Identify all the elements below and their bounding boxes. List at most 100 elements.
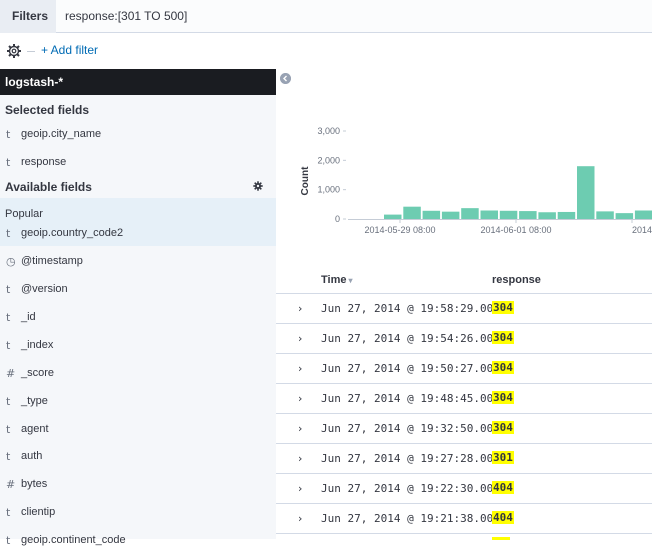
- histogram-bar[interactable]: [577, 166, 595, 219]
- field-item[interactable]: t @version: [0, 278, 276, 302]
- field-item[interactable]: t geoip.continent_code: [0, 529, 276, 553]
- row-response: 304: [492, 361, 514, 374]
- y-axis-label: Count: [300, 166, 311, 196]
- field-item[interactable]: t clientip: [0, 501, 276, 525]
- histogram-bar[interactable]: [634, 210, 652, 219]
- y-tick-label: 3,000: [317, 126, 340, 136]
- field-name: bytes: [21, 478, 48, 490]
- y-tick-label: 1,000: [317, 185, 340, 195]
- table-row: › Jun 27, 2014 @ 19:58:29.000 304: [276, 293, 652, 323]
- main-panel: Count 0 1,000 2,000 3,000 2014-05-29 08:00 2…: [276, 69, 652, 540]
- field-item[interactable]: t _index: [0, 334, 276, 358]
- row-time: Jun 27, 2014 @ 19:50:27.000: [321, 362, 500, 375]
- histogram-bar[interactable]: [480, 210, 499, 219]
- field-item[interactable]: # bytes: [0, 473, 276, 497]
- field-item[interactable]: t response: [0, 151, 276, 175]
- field-name: _type: [21, 395, 48, 407]
- table-row: › Jun 27, 2014 @ 19:48:45.000 304: [276, 383, 652, 413]
- row-time: Jun 27, 2014 @ 19:32:50.000: [321, 422, 500, 435]
- field-name: agent: [21, 423, 49, 435]
- row-time: Jun 27, 2014 @ 19:22:30.000: [321, 482, 500, 495]
- search-input[interactable]: [56, 0, 652, 33]
- chevron-right-icon[interactable]: ›: [298, 392, 302, 405]
- field-name: @timestamp: [21, 255, 83, 267]
- field-item[interactable]: t _id: [0, 306, 276, 330]
- row-response: 304: [492, 301, 514, 314]
- row-response: 404: [492, 511, 514, 524]
- collapse-sidebar-icon[interactable]: [280, 73, 291, 84]
- histogram-bar[interactable]: [441, 211, 460, 219]
- table-header: Time ▾ response: [276, 269, 652, 293]
- histogram-bar[interactable]: [557, 211, 576, 219]
- row-response: 404: [492, 481, 514, 494]
- histogram-bar[interactable]: [403, 206, 421, 219]
- table-row: › Jun 27, 2014 @ 19:27:28.000 301: [276, 443, 652, 473]
- row-response: 304: [492, 391, 514, 404]
- selected-fields-title: Selected fields: [5, 103, 90, 117]
- y-tick-label: 2,000: [317, 155, 340, 165]
- gear-icon[interactable]: [6, 43, 22, 59]
- field-item[interactable]: t geoip.city_name: [0, 123, 276, 147]
- row-time: Jun 27, 2014 @ 19:21:38.000: [321, 512, 500, 525]
- table-row: › Jun 27, 2014 @ 19:21:38.000 404: [276, 503, 652, 533]
- sort-down-icon[interactable]: ▾: [348, 276, 352, 285]
- field-name: response: [21, 156, 67, 168]
- table-row: › Jun 27, 2014 @ 19:54:26.000 304: [276, 323, 652, 353]
- chevron-right-icon[interactable]: ›: [298, 362, 302, 375]
- histogram-chart[interactable]: Count 0 1,000 2,000 3,000 2014-05-29 08:00 2…: [276, 119, 652, 249]
- field-type-icon: t: [6, 534, 11, 547]
- field-name: _id: [21, 311, 36, 323]
- time-header-label: Time: [321, 274, 347, 286]
- table-row: › Jun 27, 2014 @ 19:32:50.000 304: [276, 413, 652, 443]
- histogram-bar[interactable]: [422, 210, 441, 219]
- filter-bar: + Add filter: [0, 33, 652, 69]
- field-name: geoip.city_name: [21, 128, 102, 140]
- histogram-bar[interactable]: [596, 211, 614, 219]
- field-name: geoip.country_code2: [21, 227, 124, 239]
- index-pattern-selector[interactable]: logstash-*: [0, 69, 276, 95]
- y-tick-label: 0: [335, 214, 340, 224]
- chevron-right-icon[interactable]: ›: [298, 512, 302, 525]
- histogram-bar[interactable]: [538, 212, 556, 219]
- chevron-right-icon[interactable]: ›: [298, 422, 302, 435]
- divider: [27, 51, 35, 52]
- field-item[interactable]: t auth: [0, 445, 276, 469]
- gear-icon[interactable]: [253, 181, 263, 191]
- histogram-bar[interactable]: [615, 213, 634, 219]
- table-row: [276, 533, 652, 540]
- field-type-icon: t: [6, 423, 11, 436]
- field-type-icon: t: [6, 227, 11, 240]
- field-type-icon: t: [6, 156, 11, 169]
- popular-fields-section: Popular t geoip.country_code2: [0, 198, 276, 246]
- histogram-bar[interactable]: [384, 214, 402, 219]
- chevron-right-icon[interactable]: ›: [298, 332, 302, 345]
- histogram-bar[interactable]: [519, 211, 537, 219]
- add-filter-button[interactable]: + Add filter: [41, 43, 98, 57]
- response-column-header[interactable]: response: [492, 274, 541, 286]
- histogram-bar[interactable]: [461, 208, 479, 219]
- field-item[interactable]: t _type: [0, 390, 276, 414]
- chevron-right-icon[interactable]: ›: [298, 302, 302, 315]
- field-sidebar: logstash-* Selected fields t geoip.city_…: [0, 69, 276, 547]
- field-name: clientip: [21, 506, 56, 518]
- row-time: Jun 27, 2014 @ 19:27:28.000: [321, 452, 500, 465]
- field-item[interactable]: # _score: [0, 362, 276, 386]
- popular-label: Popular: [5, 208, 43, 220]
- chevron-right-icon[interactable]: ›: [298, 452, 302, 465]
- field-type-icon: t: [6, 450, 11, 463]
- query-bar: Filters: [0, 0, 652, 33]
- field-type-icon: t: [6, 311, 11, 324]
- field-item[interactable]: t agent: [0, 418, 276, 442]
- available-fields-title: Available fields: [5, 180, 92, 194]
- row-time: Jun 27, 2014 @ 19:58:29.000: [321, 302, 500, 315]
- x-tick-label: 2014-05-29 08:00: [364, 225, 435, 235]
- field-type-icon: t: [6, 128, 11, 141]
- row-time: Jun 27, 2014 @ 19:54:26.000: [321, 332, 500, 345]
- time-column-header[interactable]: Time ▾: [321, 274, 353, 286]
- chevron-right-icon[interactable]: ›: [298, 482, 302, 495]
- field-type-icon: t: [6, 506, 11, 519]
- field-item[interactable]: t geoip.country_code2: [0, 222, 276, 246]
- histogram-bar[interactable]: [499, 210, 518, 219]
- field-item[interactable]: ◷ @timestamp: [0, 250, 276, 274]
- field-name: @version: [21, 283, 68, 295]
